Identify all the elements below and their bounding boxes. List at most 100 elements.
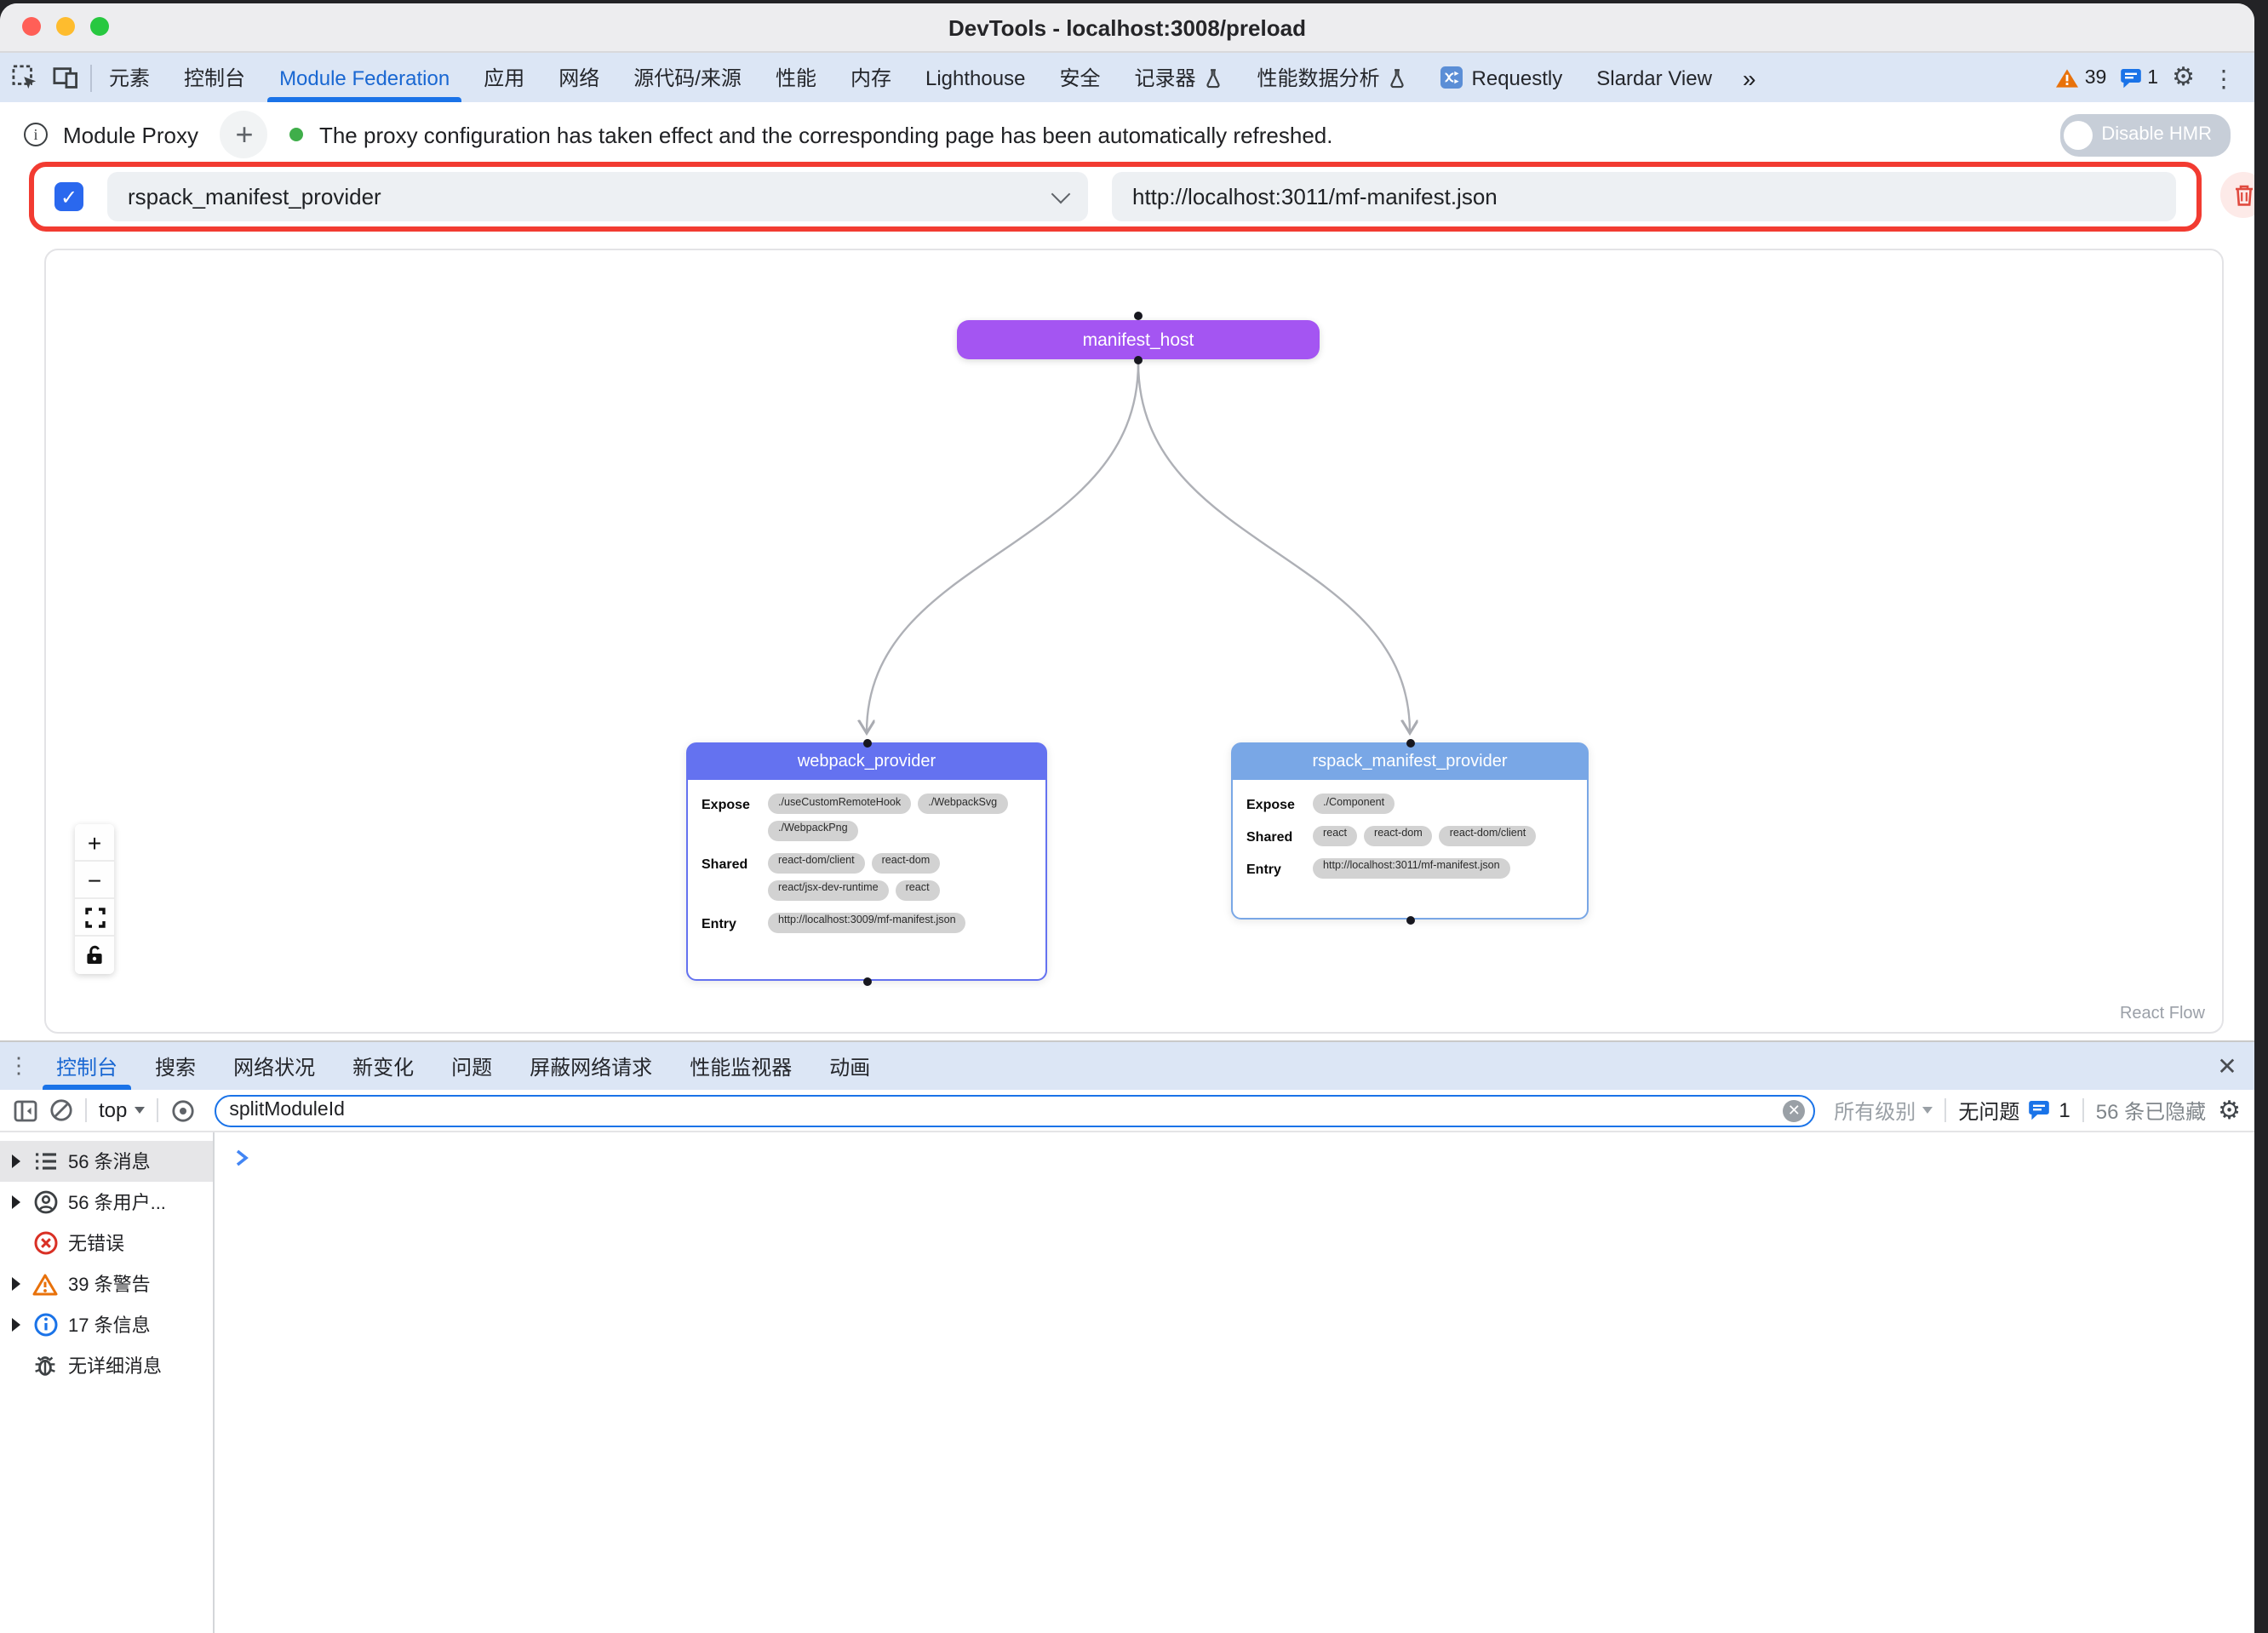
manifest-url-input[interactable]: http://localhost:3011/mf-manifest.json	[1112, 172, 2176, 221]
handle-host-top	[1134, 312, 1143, 320]
inspect-element-icon[interactable]	[12, 65, 37, 90]
toggle-knob	[2064, 120, 2093, 149]
devtools-tab-item[interactable]: 性能	[759, 53, 833, 102]
tab-label: 记录器	[1134, 63, 1195, 92]
zoom-out-button[interactable]: −	[75, 862, 114, 899]
status-dot	[290, 128, 304, 141]
devtools-tab-item[interactable]: 性能数据分析	[1240, 53, 1424, 102]
devtools-tab-item[interactable]: 记录器	[1117, 53, 1240, 102]
devtools-tab-item[interactable]: 安全	[1042, 53, 1117, 102]
module-tag: ./WebpackSvg	[918, 794, 1007, 814]
devtools-tab-item[interactable]: 源代码/来源	[616, 53, 759, 102]
module-tag: ./Component	[1313, 794, 1395, 814]
console-output[interactable]	[215, 1132, 2254, 1633]
module-graph-canvas[interactable]: manifest_host webpack_providerExpose./us…	[44, 249, 2224, 1034]
devtools-tab-item[interactable]: 元素	[92, 53, 167, 102]
tab-label: 控制台	[184, 63, 245, 92]
console-menu-icon[interactable]: ⋮	[0, 1042, 37, 1090]
console-sidebar-item-4[interactable]: 17 条信息	[0, 1304, 213, 1345]
list-icon	[32, 1151, 58, 1172]
section-tags: http://localhost:3011/mf-manifest.json	[1313, 858, 1573, 879]
clear-console-icon[interactable]	[49, 1098, 73, 1122]
console-tab-item[interactable]: 动画	[810, 1042, 889, 1090]
more-tabs-button[interactable]: »	[1729, 53, 1770, 102]
disable-hmr-toggle[interactable]: Disable HMR	[2060, 113, 2231, 156]
settings-gear-icon[interactable]: ⚙	[2172, 65, 2195, 90]
module-tag: react-dom	[1364, 826, 1433, 846]
section-label: Expose	[1246, 794, 1304, 814]
console-tab-item[interactable]: 问题	[432, 1042, 511, 1090]
warning-icon	[32, 1273, 58, 1295]
sidebar-item-label: 56 条消息	[68, 1148, 151, 1175]
minimize-window-button[interactable]	[56, 17, 75, 36]
console-settings-gear-icon[interactable]: ⚙	[2218, 1097, 2241, 1123]
console-sidebar-item-0[interactable]: 56 条消息	[0, 1141, 213, 1182]
node-manifest-host[interactable]: manifest_host	[957, 320, 1320, 359]
console-tab-item[interactable]: 新变化	[334, 1042, 432, 1090]
devtools-tab-requestly[interactable]: Requestly	[1424, 53, 1580, 102]
info-icon: i	[24, 123, 48, 146]
tab-label: 性能	[776, 63, 816, 92]
module-tag: react	[1313, 826, 1357, 846]
expand-caret-icon	[9, 1318, 22, 1332]
console-filter-input[interactable]: splitModuleId ✕	[214, 1094, 1815, 1126]
live-expression-eye-icon[interactable]	[169, 1097, 195, 1123]
maximize-window-button[interactable]	[90, 17, 109, 36]
console-sidebar-toggle-icon[interactable]	[14, 1099, 37, 1121]
issues-counter[interactable]: 1	[2120, 67, 2158, 88]
delete-proxy-button[interactable]	[2220, 172, 2254, 218]
device-toolbar-icon[interactable]	[53, 65, 78, 90]
issues-label: 无问题	[1958, 1096, 2019, 1125]
console-sidebar: 56 条消息 56 条用户...无错误 39 条警告 17 条信息无详细消息	[0, 1132, 215, 1633]
console-tab-item[interactable]: 性能监视器	[671, 1042, 810, 1090]
section-tags: http://localhost:3009/mf-manifest.json	[768, 912, 1032, 932]
log-levels-dropdown[interactable]: 所有级别	[1834, 1096, 1933, 1125]
add-proxy-button[interactable]: +	[220, 111, 268, 158]
lock-button[interactable]	[75, 937, 114, 974]
devtools-tab-item[interactable]: 控制台	[167, 53, 262, 102]
handle-webpack-bottom	[862, 977, 871, 985]
console-sidebar-item-5[interactable]: 无详细消息	[0, 1345, 213, 1386]
tab-label: Lighthouse	[925, 66, 1025, 89]
console-tabs: 控制台搜索网络状况新变化问题屏蔽网络请求性能监视器动画	[37, 1042, 889, 1090]
warnings-counter[interactable]: 39	[2056, 67, 2107, 88]
console-sidebar-item-3[interactable]: 39 条警告	[0, 1263, 213, 1304]
fit-view-button[interactable]	[75, 899, 114, 937]
sidebar-item-label: 无详细消息	[68, 1352, 162, 1379]
titlebar: DevTools - localhost:3008/preload	[0, 3, 2254, 53]
devtools-tab-item[interactable]: 应用	[467, 53, 541, 102]
sidebar-item-label: 39 条警告	[68, 1270, 151, 1298]
close-window-button[interactable]	[22, 17, 41, 36]
devtools-tab-item[interactable]: 网络	[541, 53, 616, 102]
section-tags: reactreact-domreact-dom/client	[1313, 826, 1573, 846]
devtools-tab-item[interactable]: 内存	[833, 53, 908, 102]
console-tab-item[interactable]: 搜索	[136, 1042, 215, 1090]
zoom-in-button[interactable]: +	[75, 824, 114, 862]
console-tab-item[interactable]: 网络状况	[215, 1042, 334, 1090]
console-sidebar-item-2[interactable]: 无错误	[0, 1223, 213, 1263]
context-selector[interactable]: top	[99, 1098, 144, 1122]
tabbar-right: 39 1 ⚙ ⋮	[2056, 53, 2254, 102]
tab-label: Requestly	[1472, 66, 1563, 89]
devtools-tab-lighthouse[interactable]: Lighthouse	[908, 53, 1042, 102]
trash-icon	[2233, 184, 2254, 206]
node-rspack-provider[interactable]: rspack_manifest_providerExpose./Componen…	[1231, 742, 1589, 920]
devtools-tab-slardar-view[interactable]: Slardar View	[1579, 53, 1729, 102]
console-tab-item[interactable]: 控制台	[37, 1042, 136, 1090]
devtools-menu-icon[interactable]: ⋮	[2208, 66, 2236, 89]
proxy-enabled-checkbox[interactable]: ✓	[54, 182, 83, 211]
console-tab-item[interactable]: 屏蔽网络请求	[511, 1042, 671, 1090]
console-sidebar-item-1[interactable]: 56 条用户...	[0, 1182, 213, 1223]
tab-label: 元素	[109, 63, 150, 92]
clear-filter-icon[interactable]: ✕	[1783, 1099, 1805, 1121]
node-webpack-provider[interactable]: webpack_providerExpose./useCustomRemoteH…	[686, 742, 1047, 981]
caret-down-icon	[134, 1107, 144, 1114]
console-prompt-chevron[interactable]	[235, 1144, 249, 1175]
tab-label: Slardar View	[1596, 66, 1712, 89]
react-flow-attribution[interactable]: React Flow	[2120, 1005, 2205, 1023]
graph-edges	[46, 250, 2222, 1032]
issues-status[interactable]: 无问题 1	[1958, 1096, 2070, 1125]
close-console-icon[interactable]: ✕	[2200, 1042, 2254, 1090]
devtools-tab-module-federation[interactable]: Module Federation	[262, 53, 467, 102]
provider-select[interactable]: rspack_manifest_provider	[107, 172, 1088, 221]
